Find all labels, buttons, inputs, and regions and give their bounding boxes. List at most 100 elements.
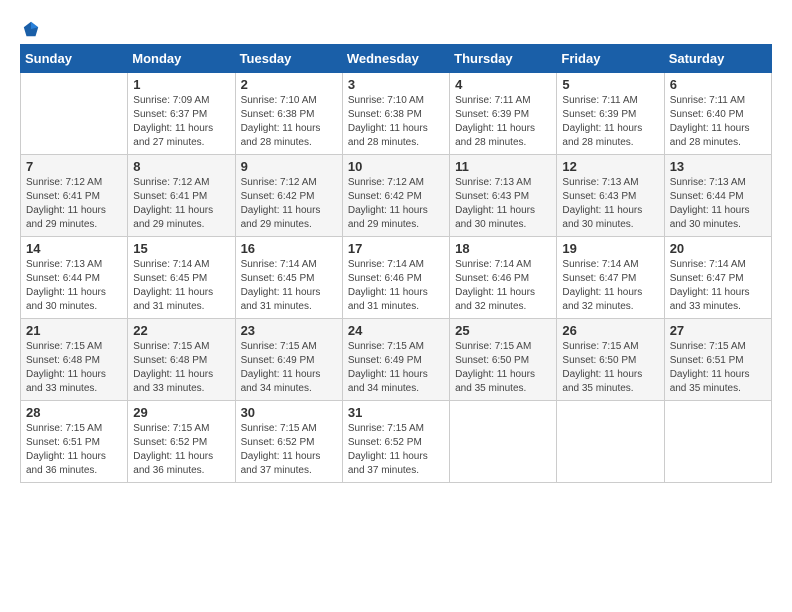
header-monday: Monday bbox=[128, 45, 235, 73]
table-row: 13 Sunrise: 7:13 AM Sunset: 6:44 PM Dayli… bbox=[664, 155, 771, 237]
day-info: Sunrise: 7:11 AM Sunset: 6:40 PM Dayligh… bbox=[670, 94, 766, 150]
calendar-table: Sunday Monday Tuesday Wednesday Thursday… bbox=[20, 44, 772, 483]
day-info: Sunrise: 7:13 AM Sunset: 6:43 PM Dayligh… bbox=[562, 176, 658, 232]
table-row: 15 Sunrise: 7:14 AM Sunset: 6:45 PM Dayli… bbox=[128, 237, 235, 319]
header-thursday: Thursday bbox=[450, 45, 557, 73]
day-number: 20 bbox=[670, 241, 766, 256]
day-number: 1 bbox=[133, 77, 229, 92]
table-row: 3 Sunrise: 7:10 AM Sunset: 6:38 PM Daylig… bbox=[342, 73, 449, 155]
table-row: 4 Sunrise: 7:11 AM Sunset: 6:39 PM Daylig… bbox=[450, 73, 557, 155]
day-info: Sunrise: 7:14 AM Sunset: 6:47 PM Dayligh… bbox=[562, 258, 658, 314]
table-row: 20 Sunrise: 7:14 AM Sunset: 6:47 PM Dayli… bbox=[664, 237, 771, 319]
day-info: Sunrise: 7:15 AM Sunset: 6:48 PM Dayligh… bbox=[26, 340, 122, 396]
table-row: 10 Sunrise: 7:12 AM Sunset: 6:42 PM Dayli… bbox=[342, 155, 449, 237]
day-number: 6 bbox=[670, 77, 766, 92]
day-number: 26 bbox=[562, 323, 658, 338]
header-friday: Friday bbox=[557, 45, 664, 73]
day-info: Sunrise: 7:11 AM Sunset: 6:39 PM Dayligh… bbox=[455, 94, 551, 150]
day-info: Sunrise: 7:13 AM Sunset: 6:44 PM Dayligh… bbox=[670, 176, 766, 232]
day-number: 15 bbox=[133, 241, 229, 256]
table-row: 28Sunrise: 7:15 AM Sunset: 6:51 PM Dayli… bbox=[21, 401, 128, 483]
table-row: 29 Sunrise: 7:15 AM Sunset: 6:52 PM Dayli… bbox=[128, 401, 235, 483]
table-row: 8Sunrise: 7:12 AM Sunset: 6:41 PM Daylig… bbox=[128, 155, 235, 237]
table-row: 12 Sunrise: 7:13 AM Sunset: 6:43 PM Dayli… bbox=[557, 155, 664, 237]
day-number: 27 bbox=[670, 323, 766, 338]
table-row: 25 Sunrise: 7:15 AM Sunset: 6:50 PM Dayli… bbox=[450, 319, 557, 401]
day-info: Sunrise: 7:12 AM Sunset: 6:42 PM Dayligh… bbox=[348, 176, 444, 232]
day-info: Sunrise: 7:13 AM Sunset: 6:44 PM Dayligh… bbox=[26, 258, 122, 314]
table-row: 18 Sunrise: 7:14 AM Sunset: 6:46 PM Dayli… bbox=[450, 237, 557, 319]
day-number: 14 bbox=[26, 241, 122, 256]
table-row: 1Sunrise: 7:09 AM Sunset: 6:37 PM Daylig… bbox=[128, 73, 235, 155]
day-number: 8 bbox=[133, 159, 229, 174]
day-number: 17 bbox=[348, 241, 444, 256]
table-row bbox=[450, 401, 557, 483]
day-number: 4 bbox=[455, 77, 551, 92]
day-info: Sunrise: 7:14 AM Sunset: 6:46 PM Dayligh… bbox=[348, 258, 444, 314]
table-row: 5Sunrise: 7:11 AM Sunset: 6:39 PM Daylig… bbox=[557, 73, 664, 155]
day-number: 12 bbox=[562, 159, 658, 174]
day-info: Sunrise: 7:15 AM Sunset: 6:52 PM Dayligh… bbox=[348, 422, 444, 478]
table-row: 21 Sunrise: 7:15 AM Sunset: 6:48 PM Dayli… bbox=[21, 319, 128, 401]
day-info: Sunrise: 7:15 AM Sunset: 6:51 PM Dayligh… bbox=[26, 422, 122, 478]
table-row: 24 Sunrise: 7:15 AM Sunset: 6:49 PM Dayli… bbox=[342, 319, 449, 401]
day-info: Sunrise: 7:10 AM Sunset: 6:38 PM Dayligh… bbox=[241, 94, 337, 150]
table-row: 23Sunrise: 7:15 AM Sunset: 6:49 PM Dayli… bbox=[235, 319, 342, 401]
day-number: 13 bbox=[670, 159, 766, 174]
header-tuesday: Tuesday bbox=[235, 45, 342, 73]
day-number: 24 bbox=[348, 323, 444, 338]
day-info: Sunrise: 7:15 AM Sunset: 6:49 PM Dayligh… bbox=[348, 340, 444, 396]
day-number: 30 bbox=[241, 405, 337, 420]
day-info: Sunrise: 7:11 AM Sunset: 6:39 PM Dayligh… bbox=[562, 94, 658, 150]
calendar-week-row: 28Sunrise: 7:15 AM Sunset: 6:51 PM Dayli… bbox=[21, 401, 772, 483]
day-number: 22 bbox=[133, 323, 229, 338]
day-info: Sunrise: 7:14 AM Sunset: 6:46 PM Dayligh… bbox=[455, 258, 551, 314]
day-number: 29 bbox=[133, 405, 229, 420]
day-number: 23 bbox=[241, 323, 337, 338]
day-number: 31 bbox=[348, 405, 444, 420]
day-info: Sunrise: 7:14 AM Sunset: 6:45 PM Dayligh… bbox=[241, 258, 337, 314]
table-row: 7Sunrise: 7:12 AM Sunset: 6:41 PM Daylig… bbox=[21, 155, 128, 237]
page-header bbox=[20, 20, 772, 34]
day-info: Sunrise: 7:12 AM Sunset: 6:42 PM Dayligh… bbox=[241, 176, 337, 232]
table-row bbox=[557, 401, 664, 483]
table-row: 30Sunrise: 7:15 AM Sunset: 6:52 PM Dayli… bbox=[235, 401, 342, 483]
day-info: Sunrise: 7:15 AM Sunset: 6:52 PM Dayligh… bbox=[133, 422, 229, 478]
day-info: Sunrise: 7:13 AM Sunset: 6:43 PM Dayligh… bbox=[455, 176, 551, 232]
day-number: 11 bbox=[455, 159, 551, 174]
table-row: 9 Sunrise: 7:12 AM Sunset: 6:42 PM Daylig… bbox=[235, 155, 342, 237]
table-row: 11 Sunrise: 7:13 AM Sunset: 6:43 PM Dayli… bbox=[450, 155, 557, 237]
table-row: 19 Sunrise: 7:14 AM Sunset: 6:47 PM Dayli… bbox=[557, 237, 664, 319]
table-row: 27 Sunrise: 7:15 AM Sunset: 6:51 PM Dayli… bbox=[664, 319, 771, 401]
day-number: 9 bbox=[241, 159, 337, 174]
day-number: 18 bbox=[455, 241, 551, 256]
day-info: Sunrise: 7:14 AM Sunset: 6:47 PM Dayligh… bbox=[670, 258, 766, 314]
day-number: 10 bbox=[348, 159, 444, 174]
calendar-week-row: 14 Sunrise: 7:13 AM Sunset: 6:44 PM Dayli… bbox=[21, 237, 772, 319]
day-number: 21 bbox=[26, 323, 122, 338]
day-info: Sunrise: 7:15 AM Sunset: 6:50 PM Dayligh… bbox=[562, 340, 658, 396]
day-number: 3 bbox=[348, 77, 444, 92]
day-number: 16 bbox=[241, 241, 337, 256]
day-number: 25 bbox=[455, 323, 551, 338]
day-number: 7 bbox=[26, 159, 122, 174]
table-row: 17 Sunrise: 7:14 AM Sunset: 6:46 PM Dayli… bbox=[342, 237, 449, 319]
table-row bbox=[21, 73, 128, 155]
table-row: 2 Sunrise: 7:10 AM Sunset: 6:38 PM Daylig… bbox=[235, 73, 342, 155]
table-row bbox=[664, 401, 771, 483]
calendar-header-row: Sunday Monday Tuesday Wednesday Thursday… bbox=[21, 45, 772, 73]
logo-icon bbox=[22, 20, 40, 38]
header-wednesday: Wednesday bbox=[342, 45, 449, 73]
day-info: Sunrise: 7:15 AM Sunset: 6:50 PM Dayligh… bbox=[455, 340, 551, 396]
calendar-week-row: 1Sunrise: 7:09 AM Sunset: 6:37 PM Daylig… bbox=[21, 73, 772, 155]
table-row: 14 Sunrise: 7:13 AM Sunset: 6:44 PM Dayli… bbox=[21, 237, 128, 319]
day-info: Sunrise: 7:14 AM Sunset: 6:45 PM Dayligh… bbox=[133, 258, 229, 314]
day-number: 19 bbox=[562, 241, 658, 256]
table-row: 6 Sunrise: 7:11 AM Sunset: 6:40 PM Daylig… bbox=[664, 73, 771, 155]
day-info: Sunrise: 7:15 AM Sunset: 6:48 PM Dayligh… bbox=[133, 340, 229, 396]
day-info: Sunrise: 7:10 AM Sunset: 6:38 PM Dayligh… bbox=[348, 94, 444, 150]
calendar-week-row: 7Sunrise: 7:12 AM Sunset: 6:41 PM Daylig… bbox=[21, 155, 772, 237]
header-saturday: Saturday bbox=[664, 45, 771, 73]
day-info: Sunrise: 7:15 AM Sunset: 6:51 PM Dayligh… bbox=[670, 340, 766, 396]
day-number: 2 bbox=[241, 77, 337, 92]
